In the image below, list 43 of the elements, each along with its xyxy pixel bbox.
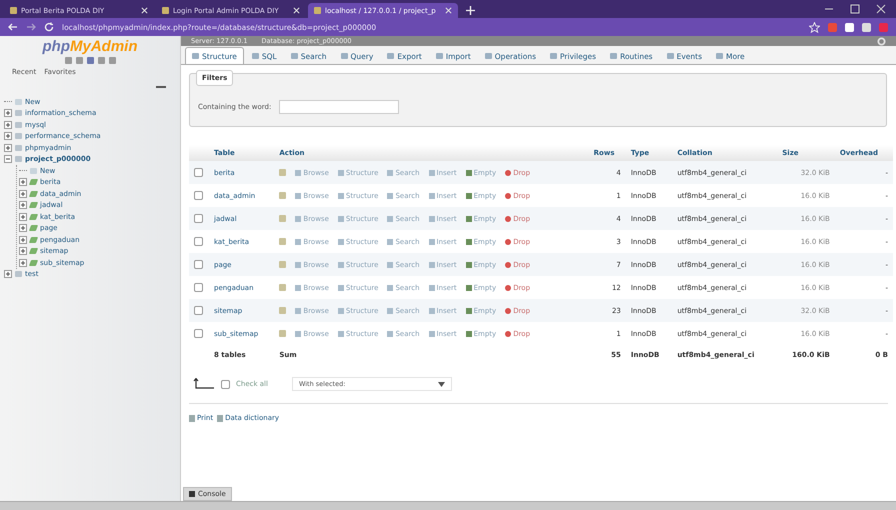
scrollbar[interactable]	[0, 501, 896, 510]
expander-icon[interactable]	[4, 132, 12, 140]
forward-icon[interactable]	[26, 22, 36, 32]
expander-icon[interactable]	[19, 247, 27, 256]
expander-icon[interactable]	[4, 109, 12, 118]
back-icon[interactable]	[8, 22, 18, 32]
tree-connector	[19, 170, 27, 172]
expander-icon[interactable]	[19, 201, 27, 210]
row-checkbox[interactable]	[194, 260, 203, 269]
row-checkbox[interactable]	[194, 191, 203, 200]
caret-icon[interactable]	[438, 382, 445, 386]
page-icon	[10, 7, 17, 14]
phpmyadmin-logo[interactable]: phpMyAdmin	[42, 38, 138, 55]
page-icon	[162, 7, 169, 14]
row-checkbox[interactable]	[194, 283, 203, 292]
row-checkbox[interactable]	[194, 168, 203, 177]
close-icon[interactable]	[141, 7, 148, 14]
new-tab-icon[interactable]	[466, 6, 475, 15]
expander-icon[interactable]	[19, 236, 27, 244]
maximize-icon[interactable]	[850, 4, 860, 14]
filter-input[interactable]	[279, 100, 400, 114]
row-checkbox[interactable]	[194, 214, 203, 223]
tree-connector	[4, 101, 12, 102]
close-icon[interactable]	[293, 7, 300, 14]
expander-icon[interactable]	[4, 120, 12, 129]
close-icon[interactable]	[445, 7, 452, 14]
expander-icon[interactable]	[4, 144, 12, 152]
expander-icon[interactable]	[19, 190, 27, 198]
expander-icon[interactable]	[4, 270, 12, 278]
expander-icon[interactable]	[19, 224, 27, 232]
expander-icon[interactable]	[19, 212, 27, 221]
row-checkbox[interactable]	[194, 329, 203, 338]
expander-icon[interactable]	[4, 155, 12, 164]
star-icon[interactable]	[809, 22, 820, 32]
expander-icon[interactable]	[19, 258, 27, 267]
page-icon	[314, 7, 321, 14]
arrow-icon	[193, 378, 215, 390]
row-checkbox[interactable]	[194, 237, 203, 246]
check-all-checkbox[interactable]	[221, 380, 230, 388]
row-checkbox[interactable]	[194, 306, 203, 315]
close-icon[interactable]	[876, 4, 886, 14]
expander-icon[interactable]	[19, 178, 27, 186]
database-icon	[15, 271, 22, 278]
